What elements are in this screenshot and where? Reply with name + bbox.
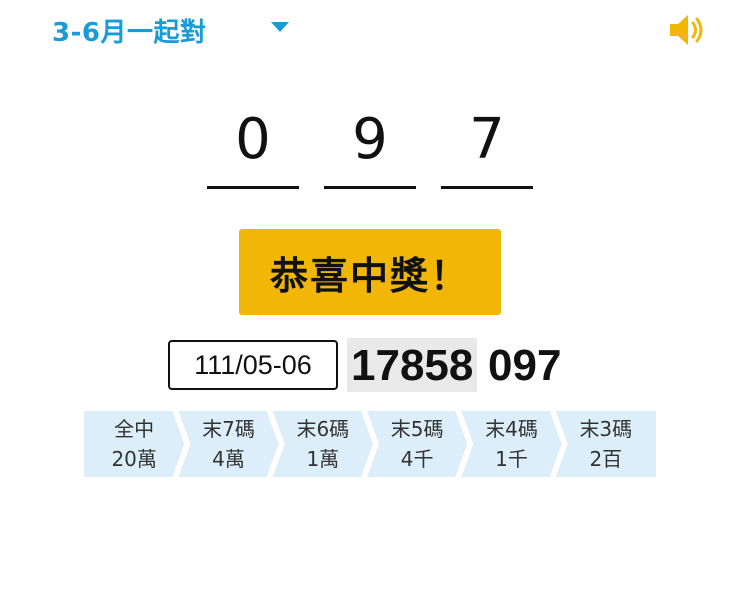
prize-tier-label: 全中 [114,417,155,441]
prize-tier: 末6碼 1萬 [272,411,373,477]
prize-tier-amount: 4萬 [212,447,245,471]
prize-tier-label: 末4碼 [485,417,538,441]
digit-slot-1[interactable]: 0 [207,108,299,189]
prize-tier-amount: 20萬 [111,447,157,471]
prize-tier-amount: 4千 [400,447,434,471]
caret-down-icon[interactable] [271,22,289,32]
speaker-icon[interactable] [668,12,708,48]
period-selector-title[interactable]: 3-6月一起對 [52,12,206,49]
prize-tier: 末5碼 4千 [366,411,468,477]
prize-tier-amount: 1萬 [306,447,340,471]
prize-tier-amount: 2百 [589,447,623,471]
prize-tier: 末4碼 1千 [461,411,562,477]
prize-tier-label: 末5碼 [390,417,444,441]
win-banner: 恭喜中獎！ [239,229,501,315]
prize-tier: 末3碼 2百 [555,411,656,477]
prize-tier-table: 全中 20萬 末7碼 4萬 末6碼 1萬 末5碼 4千 末4碼 1千 末3碼 2… [84,411,656,477]
winning-number-row: 111/05-06 17858 097 [0,336,740,396]
prize-tier-amount: 1千 [495,447,528,471]
prize-tier: 末7碼 4萬 [178,411,279,477]
digit-slot-3[interactable]: 7 [441,108,533,189]
digit-input-row: 0 9 7 [0,108,740,198]
winning-number-suffix: 097 [488,341,562,390]
draw-period-badge: 111/05-06 [168,340,338,390]
prize-tier-label: 末7碼 [202,417,255,441]
prize-tier-label: 末6碼 [296,417,350,441]
prize-tier-label: 末3碼 [579,417,633,441]
prize-tier: 全中 20萬 [84,411,185,477]
digit-slot-2[interactable]: 9 [324,108,416,189]
winning-number-prefix: 17858 [347,338,478,392]
